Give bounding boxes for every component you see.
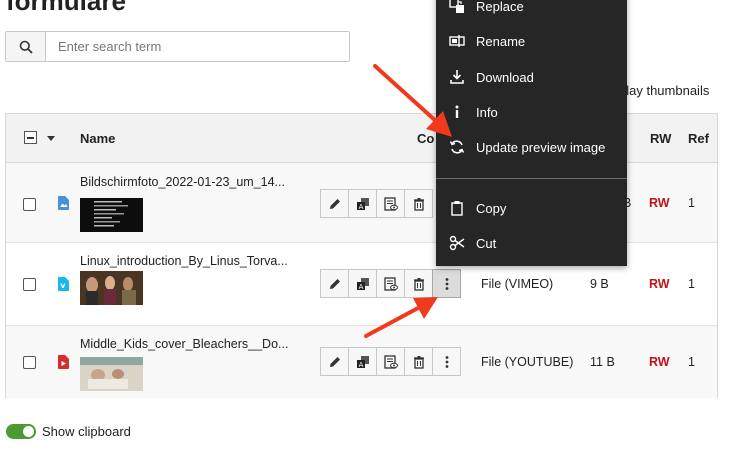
info-icon <box>448 103 466 121</box>
file-thumbnail[interactable] <box>80 271 143 305</box>
menu-divider <box>436 178 627 179</box>
file-thumbnail[interactable] <box>80 357 143 391</box>
menu-item-label: Replace <box>476 0 524 14</box>
svg-text:A: A <box>358 361 363 369</box>
translate-button[interactable]: A <box>348 269 377 298</box>
menu-item-cut[interactable]: Cut <box>436 226 627 260</box>
search-bar <box>5 31 350 62</box>
pencil-icon <box>329 356 340 367</box>
row-actions: A <box>320 347 461 376</box>
refresh-icon <box>448 138 466 156</box>
search-icon <box>19 40 33 54</box>
menu-item-replace[interactable]: Replace <box>436 0 627 23</box>
more-options-button[interactable] <box>432 269 461 298</box>
menu-item-label: Rename <box>476 33 526 49</box>
translate-icon: A <box>356 197 369 211</box>
chevron-down-icon[interactable] <box>47 136 55 141</box>
edit-button[interactable] <box>320 347 349 376</box>
edit-button[interactable] <box>320 189 349 218</box>
show-clipboard-label: Show clipboard <box>42 424 131 439</box>
document-eye-icon <box>383 276 398 291</box>
file-name[interactable]: Bildschirmfoto_2022-01-23_um_14... <box>80 175 285 189</box>
row-actions: A <box>320 189 433 218</box>
menu-item-label: Cut <box>476 235 497 251</box>
menu-item-download[interactable]: Download <box>436 60 627 94</box>
menu-item-info[interactable]: Info <box>436 95 627 129</box>
reference-count: 1 <box>688 277 695 291</box>
pencil-icon <box>329 198 340 209</box>
reference-count: 1 <box>688 355 695 369</box>
more-vertical-icon <box>445 355 448 368</box>
select-all-checkbox[interactable] <box>24 131 37 144</box>
menu-item-update-preview[interactable]: Update preview image <box>436 130 627 164</box>
permission-rw: RW <box>649 355 670 369</box>
edit-button[interactable] <box>320 269 349 298</box>
rename-icon <box>448 32 466 50</box>
show-clipboard-toggle[interactable]: Show clipboard <box>6 424 131 439</box>
delete-button[interactable] <box>404 269 433 298</box>
document-eye-icon <box>383 354 398 369</box>
display-thumbnails-label[interactable]: play thumbnails <box>619 83 709 98</box>
svg-text:A: A <box>358 283 363 291</box>
download-icon <box>448 68 466 86</box>
page-title: formulare <box>6 0 126 16</box>
svg-text:A: A <box>358 203 363 211</box>
trash-icon <box>413 277 424 291</box>
copy-icon <box>448 199 466 217</box>
column-header-control: Co <box>417 131 435 146</box>
toggle-switch[interactable] <box>6 424 36 439</box>
permission-rw: RW <box>649 277 670 291</box>
menu-item-label: Copy <box>476 200 507 216</box>
menu-item-label: Info <box>476 104 498 120</box>
translate-button[interactable]: A <box>348 189 377 218</box>
translate-icon: A <box>356 277 369 291</box>
vimeo-icon: v <box>58 277 69 291</box>
row-checkbox[interactable] <box>23 278 36 291</box>
delete-button[interactable] <box>404 189 433 218</box>
permission-rw: RW <box>649 196 670 210</box>
more-vertical-icon <box>445 277 448 290</box>
show-button[interactable] <box>376 269 405 298</box>
show-button[interactable] <box>376 189 405 218</box>
row-checkbox[interactable] <box>23 198 36 211</box>
menu-item-copy[interactable]: Copy <box>436 191 627 225</box>
trash-icon <box>413 355 424 369</box>
file-thumbnail[interactable] <box>80 198 143 232</box>
pencil-icon <box>329 278 340 289</box>
youtube-icon <box>58 355 69 369</box>
translate-button[interactable]: A <box>348 347 377 376</box>
document-eye-icon <box>383 196 398 211</box>
image-file-icon <box>58 196 69 210</box>
svg-text:v: v <box>60 281 66 290</box>
menu-item-label: Download <box>476 69 534 85</box>
replace-icon <box>448 0 466 15</box>
row-checkbox[interactable] <box>23 356 36 369</box>
show-button[interactable] <box>376 347 405 376</box>
trash-icon <box>413 197 424 211</box>
file-type: File (YOUTUBE) <box>481 355 574 369</box>
row-actions: A <box>320 269 461 298</box>
column-header-rw: RW <box>650 131 672 146</box>
more-options-button[interactable] <box>432 347 461 376</box>
file-type: File (VIMEO) <box>481 277 554 291</box>
column-header-name[interactable]: Name <box>80 131 115 146</box>
delete-button[interactable] <box>404 347 433 376</box>
file-name[interactable]: Middle_Kids_cover_Bleachers__Do... <box>80 337 288 351</box>
scissors-icon <box>448 234 466 252</box>
search-input[interactable] <box>46 32 349 61</box>
file-name[interactable]: Linux_introduction_By_Linus_Torva... <box>80 254 288 268</box>
search-button[interactable] <box>6 32 46 61</box>
menu-item-label: Update preview image <box>476 139 606 155</box>
column-header-ref: Ref <box>688 131 709 146</box>
file-size: 9 B <box>590 277 609 291</box>
table-row: Middle_Kids_cover_Bleachers__Do... A Fil… <box>6 326 717 398</box>
menu-item-rename[interactable]: Rename <box>436 24 627 58</box>
file-size: 11 B <box>590 355 615 369</box>
translate-icon: A <box>356 355 369 369</box>
reference-count: 1 <box>688 196 695 210</box>
context-menu: Replace Rename Download Info Update prev… <box>436 0 627 266</box>
